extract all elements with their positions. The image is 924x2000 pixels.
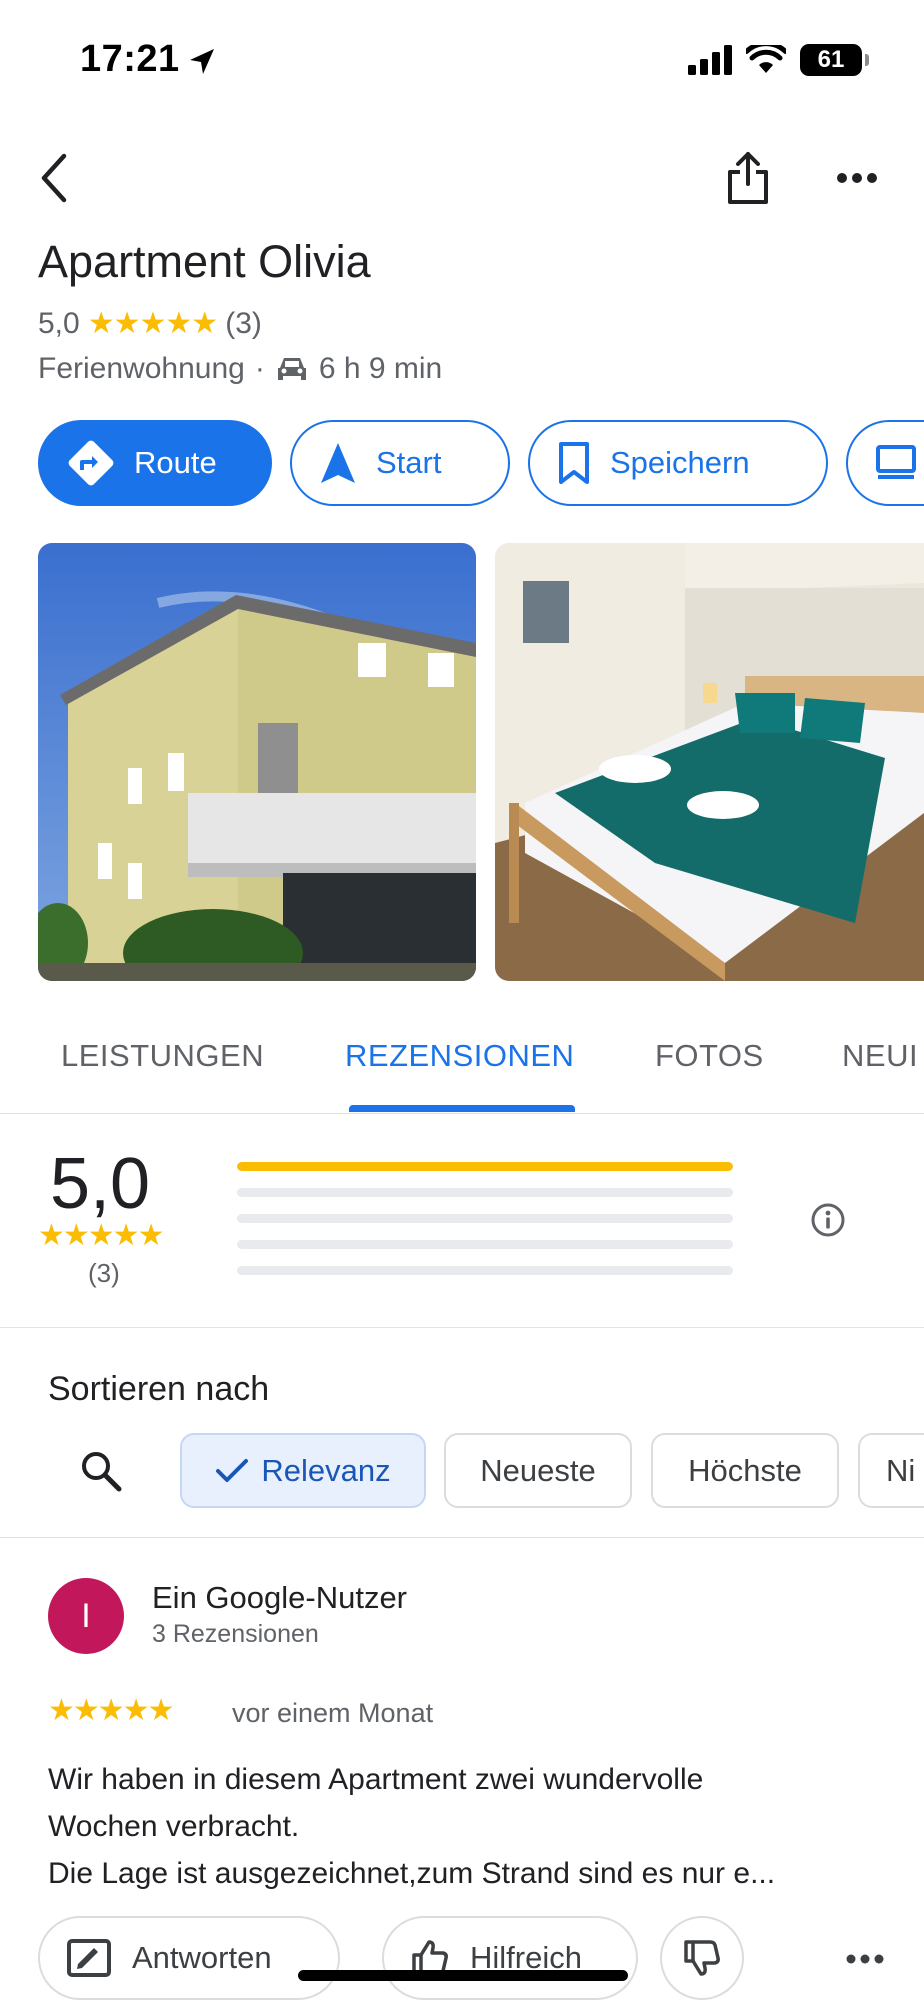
directions-icon <box>68 440 114 486</box>
sort-niedrigste-label: Ni <box>886 1452 916 1488</box>
sort-divider <box>0 1537 924 1538</box>
tab-fotos[interactable]: FOTOS <box>655 1038 764 1074</box>
status-time: 17:21 <box>80 38 180 80</box>
reviewer-name[interactable]: Ein Google-Nutzer <box>152 1580 407 1616</box>
search-icon <box>82 1452 122 1492</box>
summary-divider <box>0 1327 924 1328</box>
more-actions-button[interactable] <box>846 420 924 506</box>
location-arrow-icon <box>190 49 214 74</box>
cellular-signal-icon <box>688 45 732 75</box>
rating-bar-4-stars <box>237 1188 733 1197</box>
tab-leistungen[interactable]: LEISTUNGEN <box>61 1038 264 1074</box>
reviewer-review-count: 3 Rezensionen <box>152 1620 319 1648</box>
sort-niedrigste[interactable]: Ni <box>858 1433 924 1508</box>
back-button[interactable] <box>30 150 78 206</box>
info-icon <box>811 1203 845 1237</box>
reply-label: Antworten <box>132 1940 272 1975</box>
sort-relevanz-label: Relevanz <box>261 1452 391 1488</box>
place-title: Apartment Olivia <box>38 236 371 287</box>
rating-bar-1-stars <box>237 1266 733 1275</box>
review-more-button[interactable] <box>842 1944 888 1974</box>
rating-bar-3-stars <box>237 1214 733 1223</box>
review-stars: ★★★★★ <box>48 1694 174 1727</box>
summary-review-count: (3) <box>88 1258 120 1288</box>
battery-indicator: 61 <box>800 44 869 76</box>
rating-bar-fill <box>237 1162 733 1171</box>
share-button[interactable] <box>722 148 774 208</box>
not-helpful-button[interactable] <box>660 1916 744 2000</box>
sort-title: Sortieren nach <box>48 1370 270 1408</box>
review-text[interactable]: Wir haben in diesem Apartment zwei wunde… <box>48 1756 888 1897</box>
start-button[interactable]: Start <box>290 420 510 506</box>
search-reviews-button[interactable] <box>78 1448 124 1494</box>
tab-neuigkeiten[interactable]: NEUI <box>842 1038 918 1074</box>
sort-hoechste-label: Höchste <box>688 1452 802 1488</box>
start-label: Start <box>376 445 442 480</box>
photo-exterior[interactable] <box>38 543 476 981</box>
drive-time: 6 h 9 min <box>318 352 443 385</box>
more-options-button[interactable] <box>834 160 880 196</box>
place-rating-line: 5,0 ★★★★★ (3) <box>38 306 262 341</box>
thumbs-down-icon <box>684 1940 720 1976</box>
helpful-button[interactable]: Hilfreich <box>382 1916 638 2000</box>
place-category: Ferienwohnung <box>38 352 245 385</box>
sort-neueste-label: Neueste <box>480 1452 596 1488</box>
summary-rating-value: 5,0 <box>50 1144 151 1224</box>
review-date: vor einem Monat <box>232 1698 434 1728</box>
review-text-line: Die Lage ist ausgezeichnet,zum Strand si… <box>48 1857 776 1890</box>
rating-bar-2-stars <box>237 1240 733 1249</box>
photo-bedroom[interactable] <box>495 543 924 981</box>
place-review-count[interactable]: (3) <box>225 307 262 341</box>
save-label: Speichern <box>610 445 750 480</box>
home-indicator <box>298 1970 628 1981</box>
sort-hoechste[interactable]: Höchste <box>651 1433 839 1508</box>
info-button[interactable] <box>808 1200 848 1240</box>
building-exterior-image <box>38 543 476 981</box>
place-meta-line: Ferienwohnung · 6 h 9 min <box>38 352 442 386</box>
reply-button[interactable]: Antworten <box>38 1916 340 2000</box>
save-button[interactable]: Speichern <box>528 420 828 506</box>
checkmark-icon <box>216 1458 249 1482</box>
status-indicators: 61 <box>688 42 869 78</box>
place-rating-stars: ★★★★★ <box>87 307 218 340</box>
navigation-arrow-icon <box>321 443 355 483</box>
review-text-line: Wochen verbracht. <box>48 1810 300 1843</box>
avatar[interactable]: I <box>48 1578 124 1654</box>
bookmark-icon <box>559 442 589 484</box>
tab-rezensionen[interactable]: REZENSIONEN <box>345 1038 574 1074</box>
place-rating-value: 5,0 <box>38 306 80 340</box>
bedroom-image <box>495 543 924 981</box>
review-text-line: Wir haben in diesem Apartment zwei wunde… <box>48 1763 704 1796</box>
active-tab-indicator <box>349 1105 575 1112</box>
car-icon <box>277 358 306 380</box>
meta-separator: · <box>254 352 265 385</box>
wifi-icon <box>746 45 786 73</box>
action-chips: Route Start Speichern <box>38 420 924 506</box>
more-actions-icon <box>876 445 916 479</box>
sort-relevanz[interactable]: Relevanz <box>180 1433 426 1508</box>
summary-stars: ★★★★★ <box>38 1219 164 1252</box>
sort-neueste[interactable]: Neueste <box>444 1433 632 1508</box>
more-horizontal-icon <box>837 173 877 183</box>
tabs-divider <box>0 1113 924 1114</box>
reply-edit-icon <box>67 1939 111 1977</box>
rating-bar-5-stars <box>237 1162 733 1171</box>
more-horizontal-icon <box>846 1954 884 1964</box>
chevron-left-icon <box>41 153 67 203</box>
share-icon <box>728 152 768 204</box>
route-button[interactable]: Route <box>38 420 272 506</box>
route-label: Route <box>134 445 217 480</box>
